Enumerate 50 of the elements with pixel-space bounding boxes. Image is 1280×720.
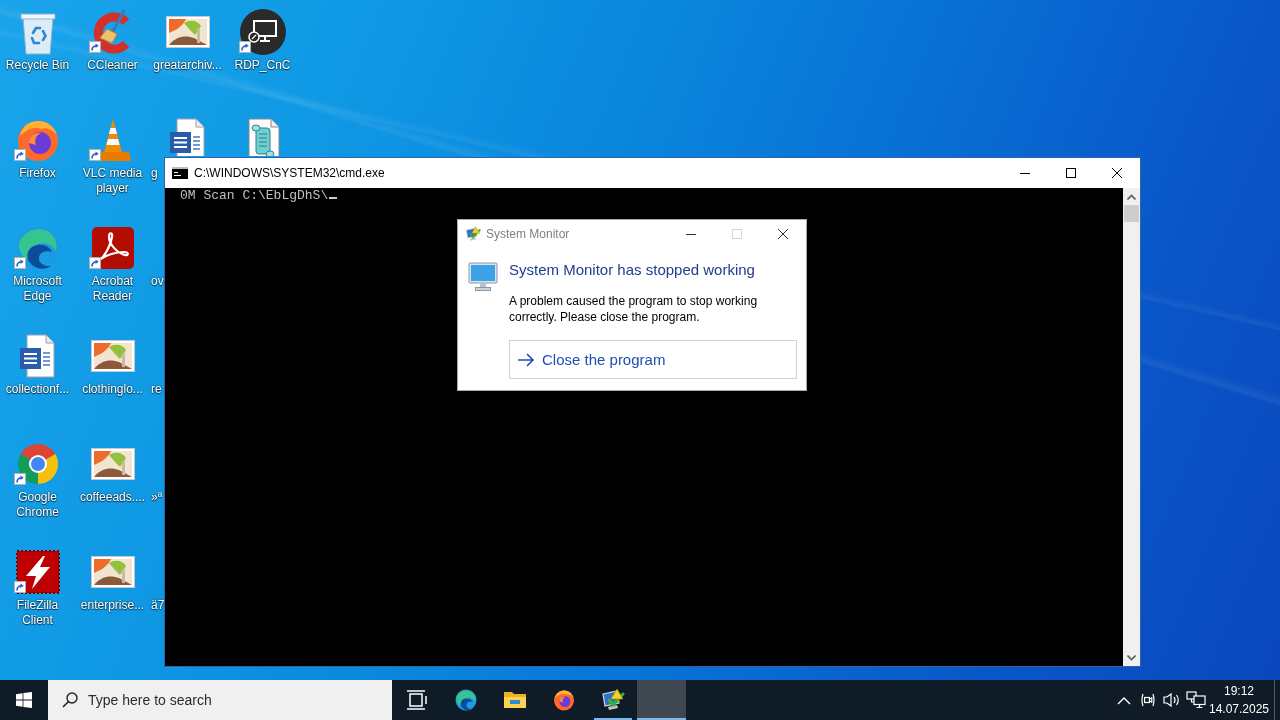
desktop-icon-label[interactable]: Acrobat Reader bbox=[76, 274, 149, 304]
dialog-message: A problem caused the program to stop working correctly. Please close the program. bbox=[509, 293, 759, 325]
maximize-icon[interactable] bbox=[1066, 168, 1076, 178]
desktop-icon-label[interactable]: coffeeads.... bbox=[79, 490, 146, 505]
desktop-icon-label[interactable]: collectionf... bbox=[5, 382, 70, 397]
desktop-icon-label[interactable]: re bbox=[151, 382, 162, 397]
vertical-scrollbar[interactable] bbox=[1123, 188, 1140, 666]
desktop-icon-label[interactable]: Microsoft Edge bbox=[1, 274, 74, 304]
dialog-heading: System Monitor has stopped working bbox=[509, 260, 755, 280]
window-title: C:\WINDOWS\SYSTEM32\cmd.exe bbox=[194, 166, 385, 180]
speaker-icon bbox=[1163, 692, 1181, 708]
windows-logo-icon bbox=[16, 692, 32, 708]
filezilla-icon[interactable] bbox=[13, 548, 62, 596]
task-view-icon bbox=[404, 688, 429, 712]
dialog-title: System Monitor bbox=[486, 227, 570, 241]
desktop-icon-label[interactable]: Google Chrome bbox=[1, 490, 74, 520]
desktop-icon-label[interactable]: »ª bbox=[151, 490, 163, 505]
chevron-up-icon bbox=[1117, 695, 1131, 705]
scrollbar-thumb[interactable] bbox=[1124, 205, 1139, 222]
chevron-up-icon[interactable] bbox=[1127, 193, 1136, 200]
desktop-icon-label[interactable]: CCleaner bbox=[87, 58, 138, 73]
close-icon[interactable] bbox=[778, 229, 788, 239]
remote-desktop-icon[interactable] bbox=[238, 8, 287, 56]
arrow-right-icon bbox=[517, 352, 535, 367]
network-icon bbox=[1186, 691, 1206, 709]
close-icon[interactable] bbox=[1112, 168, 1122, 178]
desktop-icon-label[interactable]: Recycle Bin bbox=[5, 58, 70, 73]
desktop-icon-label[interactable]: clothinglo... bbox=[82, 382, 143, 397]
desktop-icon-label[interactable]: enterprise... bbox=[80, 598, 145, 613]
close-program-button[interactable]: Close the program bbox=[509, 340, 797, 379]
desktop-icon-label[interactable]: g bbox=[151, 166, 158, 181]
firefox-icon bbox=[551, 688, 576, 712]
desktop-icon-label[interactable]: Firefox bbox=[19, 166, 56, 181]
desktop-icon-label[interactable]: greatarchiv... bbox=[153, 58, 222, 73]
clock[interactable]: 19:12 14.07.2025 bbox=[1208, 680, 1270, 720]
edge-icon bbox=[453, 688, 478, 712]
monitor-warning-icon bbox=[600, 688, 625, 712]
console-app-icon bbox=[172, 167, 188, 179]
desktop-icon-label[interactable]: ov bbox=[151, 274, 164, 289]
console-text: 0M Scan C:\EbLgDhS\ bbox=[180, 188, 329, 203]
chevron-down-icon[interactable] bbox=[1127, 654, 1136, 661]
desktop-icon-label[interactable]: VLC media player bbox=[76, 166, 149, 196]
search-icon bbox=[62, 692, 78, 708]
camera-icon bbox=[1140, 691, 1156, 709]
monitor-warning-icon bbox=[465, 226, 481, 242]
desktop-icon-label[interactable]: FileZilla Client bbox=[1, 598, 74, 628]
desktop-icon-label[interactable]: RDP_CnC bbox=[234, 58, 291, 73]
search-field[interactable]: Type here to search bbox=[48, 680, 392, 720]
desktop-icon-label[interactable]: ä7 bbox=[151, 598, 165, 613]
monitor-icon bbox=[467, 260, 499, 292]
